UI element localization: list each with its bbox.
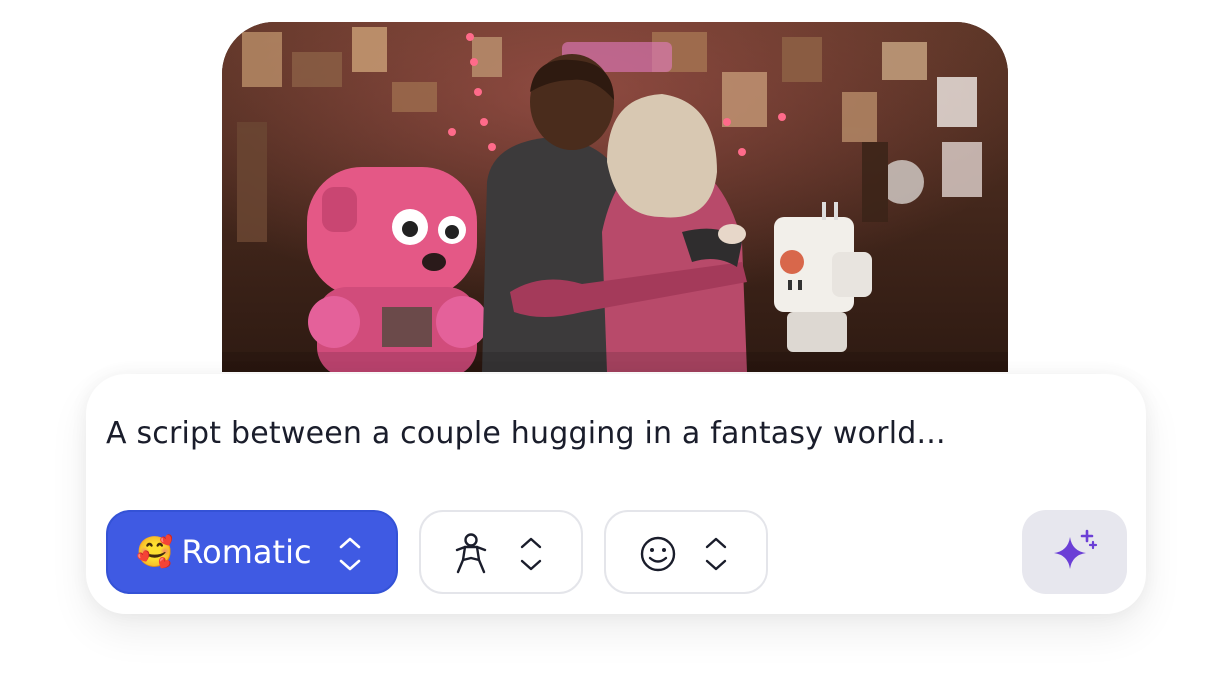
mood-select[interactable]: 🥰 Romatic xyxy=(106,510,398,594)
scene-illustration xyxy=(222,22,1008,372)
mood-label: Romatic xyxy=(181,533,312,571)
person-icon xyxy=(451,532,491,580)
chevron-up-down-icon xyxy=(517,532,545,580)
expression-select[interactable] xyxy=(604,510,768,594)
prompt-card: A script between a couple hugging in a f… xyxy=(86,374,1146,614)
smiley-face-icon xyxy=(636,532,680,580)
character-select[interactable] xyxy=(419,510,583,594)
generate-button[interactable] xyxy=(1022,510,1127,594)
chevron-up-down-icon xyxy=(336,532,364,580)
hero-image xyxy=(222,22,1008,372)
chevron-up-down-icon xyxy=(702,532,730,580)
mood-emoji: 🥰 xyxy=(136,534,174,570)
sparkle-icon xyxy=(1052,527,1098,577)
prompt-input[interactable]: A script between a couple hugging in a f… xyxy=(106,416,946,451)
